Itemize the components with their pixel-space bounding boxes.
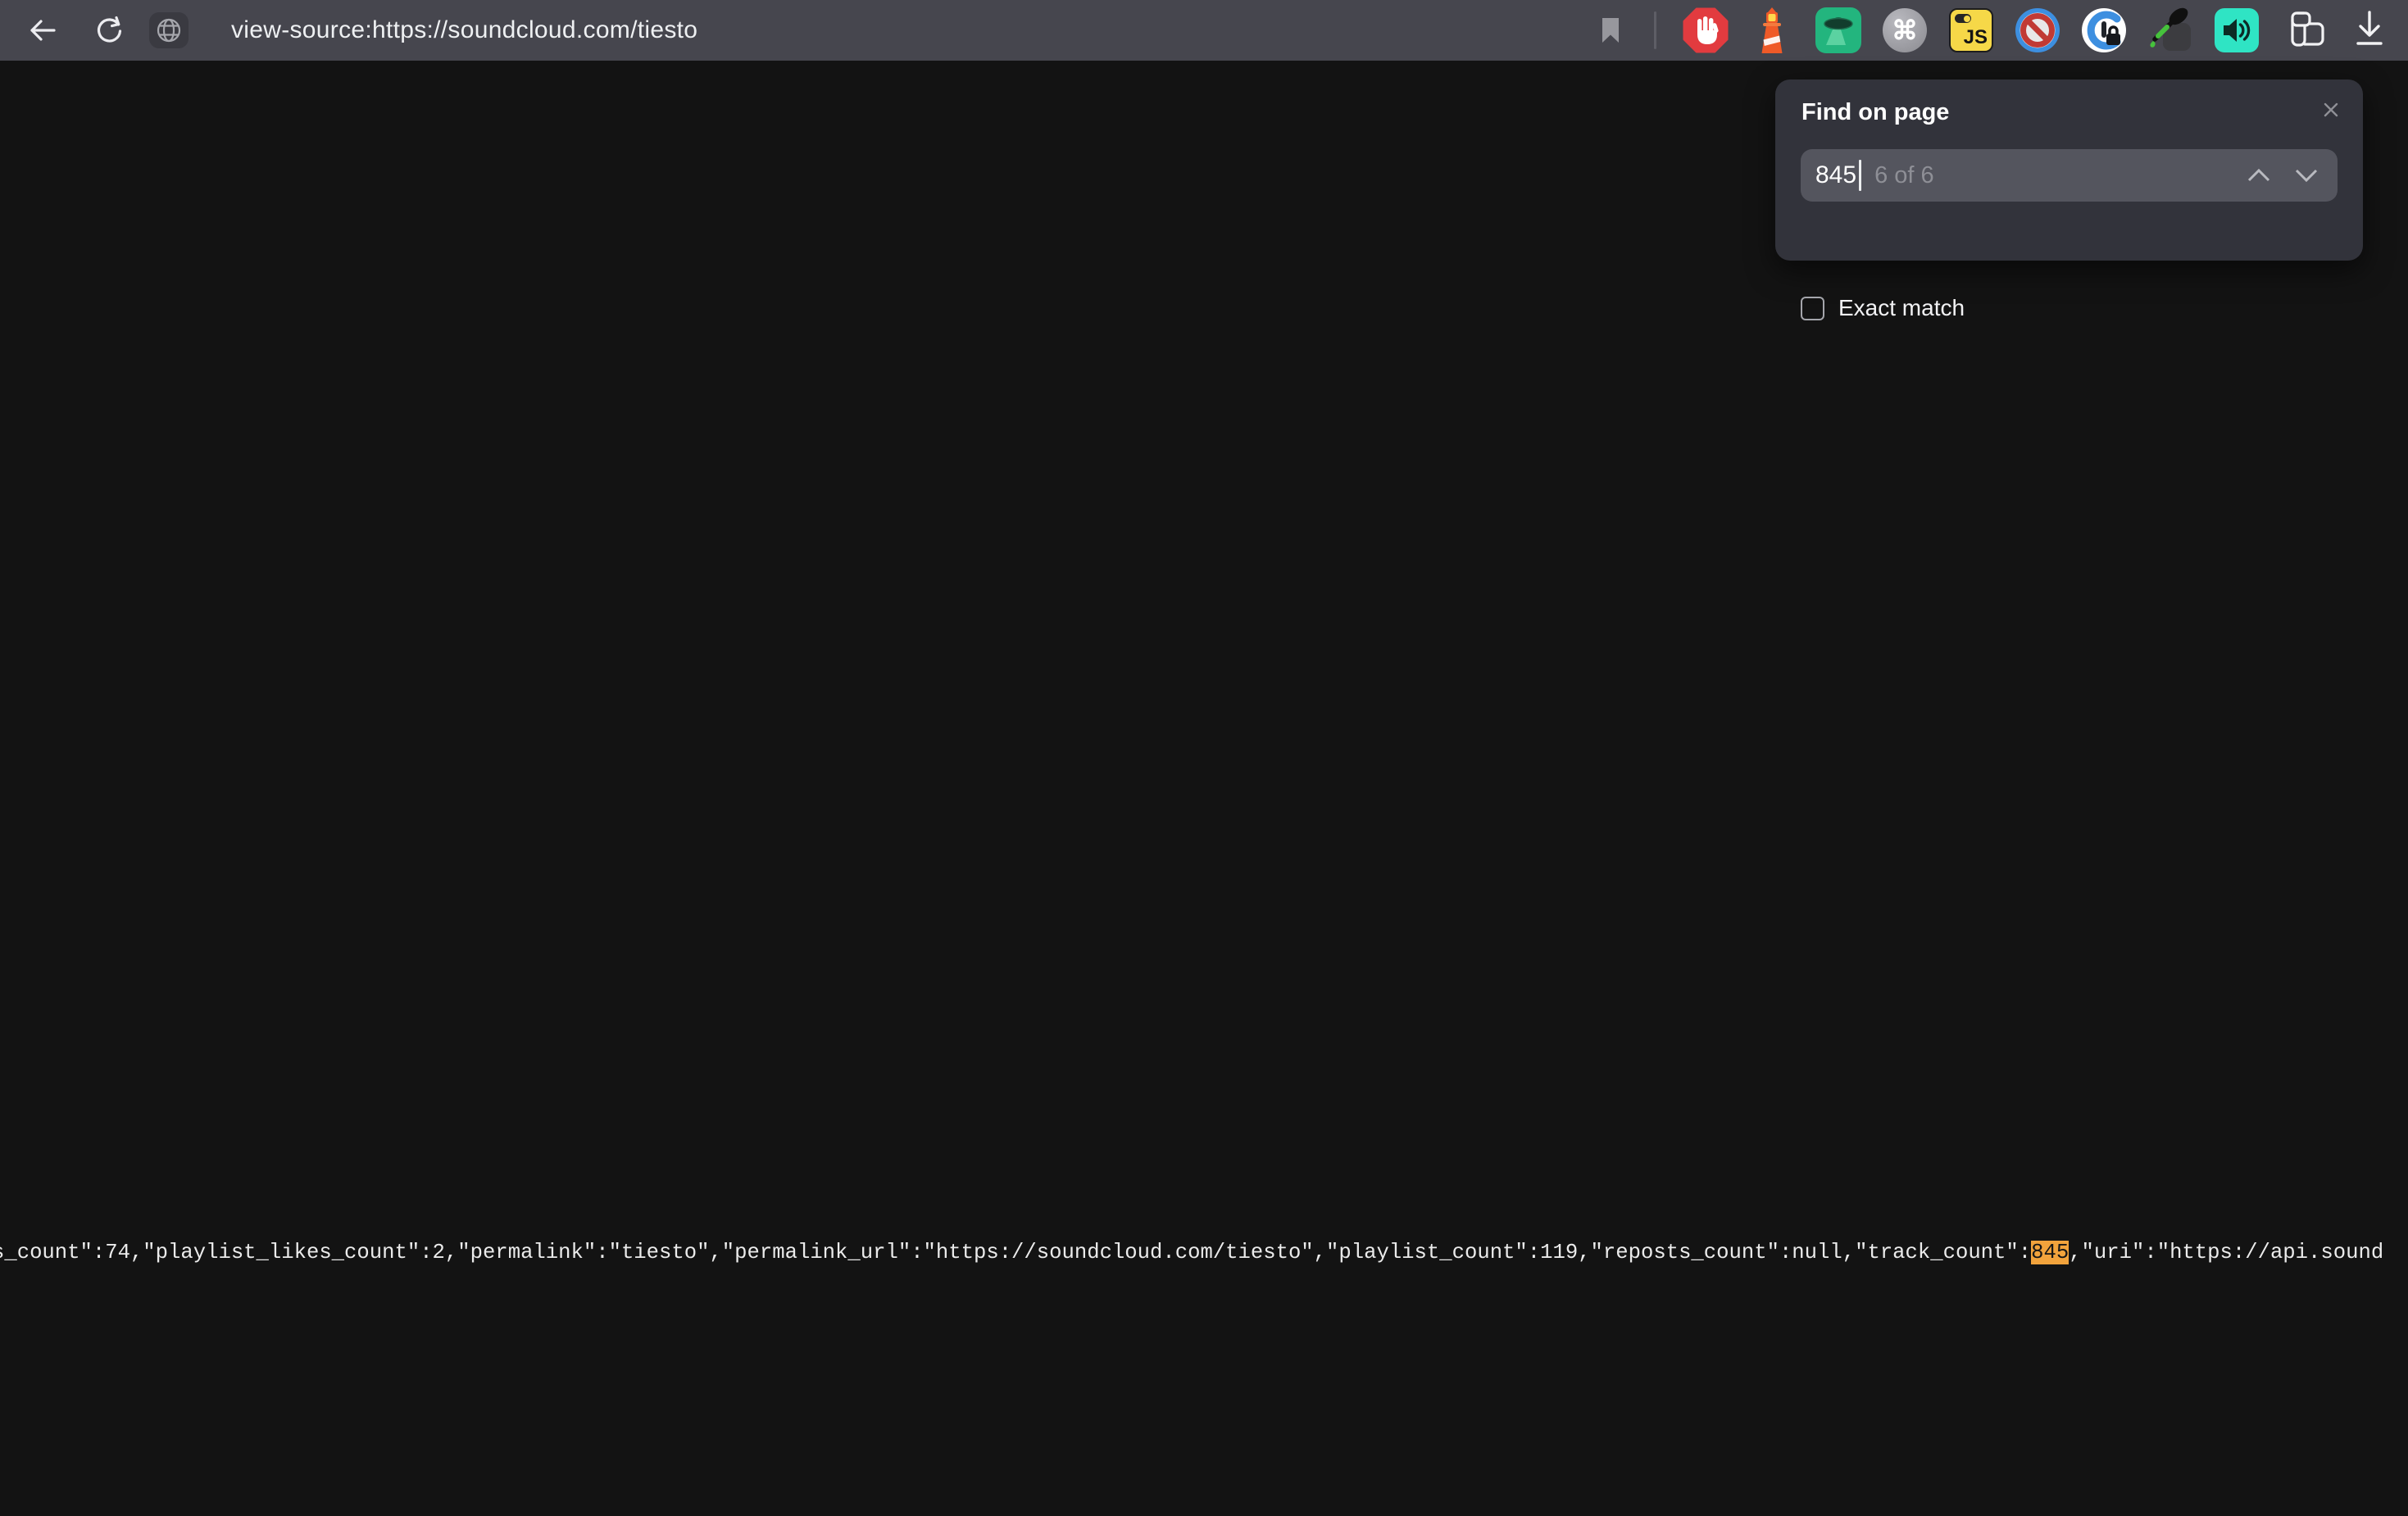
source-text-before: s_count":74,"playlist_likes_count":2,"pe… bbox=[0, 1241, 2031, 1264]
toolbar-right-cluster: ⌘ JS bbox=[1592, 0, 2393, 61]
javascript-toggle-icon: JS bbox=[1949, 8, 1993, 52]
chevron-up-icon bbox=[2247, 168, 2271, 183]
download-button[interactable] bbox=[2346, 7, 2393, 54]
site-settings-button[interactable] bbox=[149, 12, 189, 48]
extension-lighthouse-button[interactable] bbox=[1748, 7, 1796, 54]
exact-match-label[interactable]: Exact match bbox=[1838, 295, 1965, 321]
find-next-button[interactable] bbox=[2290, 159, 2323, 192]
find-panel-title: Find on page bbox=[1801, 99, 1949, 126]
copy-tabs-button[interactable] bbox=[2279, 7, 2327, 54]
find-query-text: 845 bbox=[1815, 161, 1856, 189]
toolbar-divider bbox=[1654, 11, 1656, 49]
close-icon bbox=[2321, 100, 2341, 120]
extension-volume-button[interactable] bbox=[2213, 7, 2260, 54]
reload-icon bbox=[94, 15, 125, 46]
bookmark-icon bbox=[1600, 16, 1621, 44]
ufo-icon bbox=[1815, 7, 1861, 53]
find-previous-button[interactable] bbox=[2242, 159, 2275, 192]
extension-js-toggle-button[interactable]: JS bbox=[1947, 7, 1995, 54]
source-text-after: ,"uri":"https://api.sound bbox=[2069, 1241, 2383, 1264]
globe-icon bbox=[156, 17, 182, 43]
toolbar-left-cluster: view-source:https://soundcloud.com/tiest… bbox=[25, 0, 697, 61]
command-icon: ⌘ bbox=[1883, 8, 1927, 52]
extension-adblock-button[interactable] bbox=[1682, 7, 1729, 54]
search-match-highlight: 845 bbox=[2031, 1241, 2069, 1264]
no-entry-icon bbox=[2015, 7, 2060, 53]
chevron-down-icon bbox=[2294, 168, 2319, 183]
find-close-button[interactable] bbox=[2317, 96, 2345, 124]
find-on-page-panel: Find on page 845 6 of 6 Exact match bbox=[1775, 79, 2363, 261]
download-icon bbox=[2349, 8, 2390, 52]
source-line: s_count":74,"playlist_likes_count":2,"pe… bbox=[0, 1237, 2408, 1269]
extension-command-button[interactable]: ⌘ bbox=[1881, 7, 1929, 54]
find-input[interactable]: 845 6 of 6 bbox=[1801, 149, 2338, 202]
copy-tabs-icon bbox=[2279, 7, 2327, 54]
exact-match-row: Exact match bbox=[1801, 295, 1965, 321]
address-bar[interactable]: view-source:https://soundcloud.com/tiest… bbox=[231, 16, 697, 44]
color-dropper-icon bbox=[2147, 7, 2194, 54]
extension-blocker-button[interactable] bbox=[2014, 7, 2061, 54]
adblock-hand-icon bbox=[1682, 7, 1729, 54]
back-icon bbox=[27, 16, 58, 44]
exact-match-checkbox[interactable] bbox=[1801, 297, 1824, 320]
text-caret bbox=[1859, 160, 1861, 191]
back-button[interactable] bbox=[25, 12, 61, 48]
password-lock-icon bbox=[2081, 7, 2127, 53]
lighthouse-icon bbox=[1751, 6, 1793, 55]
volume-icon bbox=[2215, 8, 2259, 52]
toggle-icon bbox=[1955, 14, 1971, 23]
extension-ufo-button[interactable] bbox=[1815, 7, 1862, 54]
reload-button[interactable] bbox=[92, 12, 128, 48]
browser-toolbar: view-source:https://soundcloud.com/tiest… bbox=[0, 0, 2408, 61]
bookmark-button[interactable] bbox=[1592, 12, 1629, 48]
extension-password-button[interactable] bbox=[2080, 7, 2128, 54]
extension-dropper-button[interactable] bbox=[2147, 7, 2194, 54]
find-match-counter: 6 of 6 bbox=[1874, 162, 2242, 189]
